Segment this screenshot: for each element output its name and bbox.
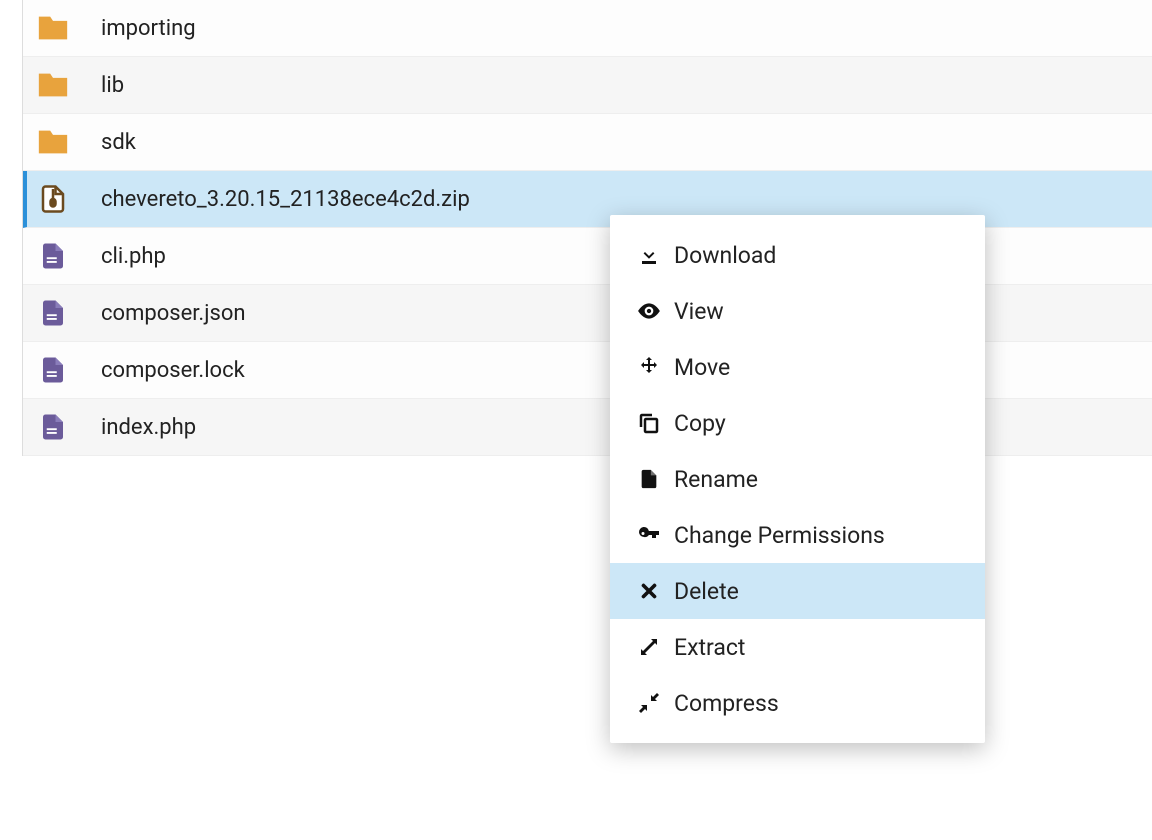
file-name: composer.json <box>101 301 246 326</box>
file-icon <box>35 352 71 388</box>
menu-copy[interactable]: Copy <box>610 395 985 451</box>
menu-label: Change Permissions <box>674 522 885 549</box>
menu-label: Extract <box>674 634 745 661</box>
menu-label: Move <box>674 354 730 381</box>
file-name: cli.php <box>101 244 166 269</box>
delete-icon <box>634 576 664 606</box>
key-icon <box>634 520 664 550</box>
eye-icon <box>634 296 664 326</box>
extract-icon <box>634 632 664 662</box>
folder-icon <box>35 67 71 103</box>
file-row[interactable]: lib <box>23 57 1152 114</box>
menu-delete[interactable]: Delete <box>610 563 985 619</box>
rename-icon <box>634 464 664 494</box>
menu-move[interactable]: Move <box>610 339 985 395</box>
file-name: composer.lock <box>101 358 245 383</box>
folder-icon <box>35 10 71 46</box>
menu-extract[interactable]: Extract <box>610 619 985 675</box>
zip-icon <box>35 181 71 217</box>
file-icon <box>35 409 71 445</box>
download-icon <box>634 240 664 270</box>
file-row[interactable]: sdk <box>23 114 1152 171</box>
menu-label: Rename <box>674 466 758 493</box>
menu-rename[interactable]: Rename <box>610 451 985 507</box>
menu-download[interactable]: Download <box>610 227 985 283</box>
move-icon <box>634 352 664 382</box>
menu-label: Copy <box>674 410 726 437</box>
file-name: sdk <box>101 130 136 155</box>
file-icon <box>35 238 71 274</box>
menu-label: Delete <box>674 578 739 605</box>
menu-compress[interactable]: Compress <box>610 675 985 731</box>
menu-change-permissions[interactable]: Change Permissions <box>610 507 985 563</box>
file-name: chevereto_3.20.15_21138ece4c2d.zip <box>101 187 470 212</box>
copy-icon <box>634 408 664 438</box>
file-icon <box>35 295 71 331</box>
file-row[interactable]: importing <box>23 0 1152 57</box>
menu-view[interactable]: View <box>610 283 985 339</box>
file-name: importing <box>101 16 196 41</box>
menu-label: View <box>674 298 724 325</box>
menu-label: Compress <box>674 690 779 717</box>
menu-label: Download <box>674 242 776 269</box>
context-menu: Download View Move Copy Rename Change Pe… <box>610 215 985 743</box>
compress-icon <box>634 688 664 718</box>
folder-icon <box>35 124 71 160</box>
file-name: index.php <box>101 415 196 440</box>
file-name: lib <box>101 73 124 98</box>
